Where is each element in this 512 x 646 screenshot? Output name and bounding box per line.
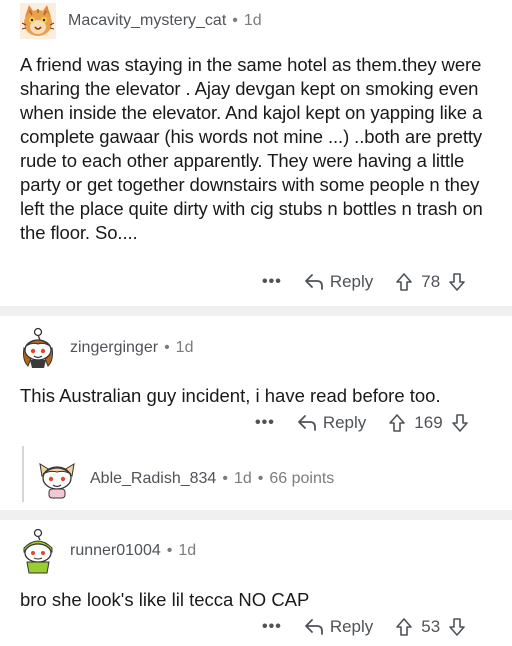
- reply-arrow-icon: [304, 619, 323, 635]
- reply-button[interactable]: Reply: [297, 413, 366, 433]
- snoo-avatar-icon: [39, 463, 75, 499]
- comment-actions: ••• Reply 169: [255, 413, 469, 433]
- avatar[interactable]: [16, 326, 60, 370]
- comment-age: 1d: [175, 339, 194, 356]
- cat-avatar-icon: [20, 3, 56, 39]
- avatar[interactable]: [18, 528, 58, 574]
- separator-dot: •: [257, 470, 264, 487]
- upvote-arrow-icon[interactable]: [388, 413, 406, 433]
- avatar[interactable]: [36, 458, 78, 500]
- reply-arrow-icon: [304, 274, 323, 290]
- comment-age: 1d: [243, 12, 262, 29]
- reply-button[interactable]: Reply: [304, 617, 373, 637]
- avatar[interactable]: [20, 3, 56, 39]
- comment-body: A friend was staying in the same hotel a…: [20, 54, 483, 243]
- username[interactable]: Macavity_mystery_cat: [68, 12, 226, 30]
- reply-button[interactable]: Reply: [304, 272, 373, 292]
- comment-header: Able_Radish_834 • 1d • 66 points: [36, 458, 334, 500]
- vote-controls: 169: [388, 413, 468, 433]
- snoo-avatar-icon: [23, 528, 53, 574]
- comment-body: bro she look's like lil tecca NO CAP: [20, 589, 310, 610]
- reply-label: Reply: [329, 617, 374, 636]
- separator-dot: •: [164, 339, 170, 356]
- comment-points: 66 points: [269, 470, 335, 487]
- separator-dot: •: [222, 470, 228, 487]
- comment-age: 1d: [233, 470, 252, 487]
- username[interactable]: runner01004: [70, 542, 161, 560]
- username[interactable]: zingerginger: [70, 339, 158, 357]
- upvote-arrow-icon[interactable]: [395, 617, 413, 637]
- comment-header: zingerginger • 1d: [16, 326, 193, 370]
- comment-divider: [0, 510, 512, 520]
- reply-label: Reply: [329, 272, 374, 291]
- comment-body: This Australian guy incident, i have rea…: [20, 385, 441, 406]
- downvote-arrow-icon[interactable]: [448, 617, 466, 637]
- separator-dot: •: [232, 12, 238, 29]
- comment-divider: [0, 306, 512, 316]
- comment-actions: ••• Reply 78: [262, 272, 466, 292]
- separator-dot: •: [166, 542, 173, 559]
- vote-controls: 53: [395, 617, 466, 637]
- more-options-icon[interactable]: •••: [255, 414, 275, 432]
- more-options-icon[interactable]: •••: [262, 273, 282, 291]
- downvote-arrow-icon[interactable]: [451, 413, 469, 433]
- downvote-arrow-icon[interactable]: [448, 272, 466, 292]
- vote-score: 78: [421, 272, 441, 291]
- upvote-arrow-icon[interactable]: [395, 272, 413, 292]
- comment-age: 1d: [178, 542, 197, 559]
- vote-score: 53: [421, 617, 441, 636]
- snoo-avatar-icon: [23, 327, 53, 368]
- reply-label: Reply: [322, 413, 367, 432]
- vote-controls: 78: [395, 272, 466, 292]
- reply-arrow-icon: [297, 415, 316, 431]
- vote-score: 169: [414, 413, 443, 432]
- comment-actions: ••• Reply 53: [262, 617, 466, 637]
- thread-line: [22, 446, 24, 502]
- username[interactable]: Able_Radish_834: [90, 470, 216, 488]
- more-options-icon[interactable]: •••: [262, 618, 282, 636]
- comment-header: runner01004 • 1d: [18, 528, 196, 574]
- comment-header: Macavity_mystery_cat • 1d: [20, 3, 262, 39]
